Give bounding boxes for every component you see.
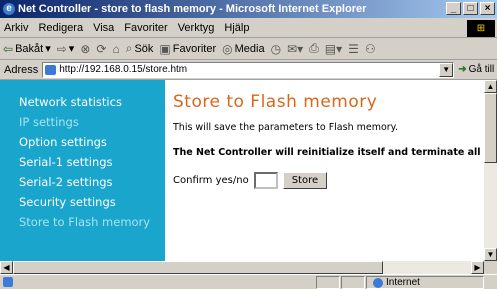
window-titlebar: e Net Controller - store to flash memory… (0, 0, 497, 18)
go-arrow-icon: ➜ (458, 64, 467, 75)
menu-favoriter[interactable]: Favoriter (124, 22, 167, 34)
home-icon: ⌂ (112, 41, 120, 56)
address-bar: Adress http://192.168.0.15/store.htm ▼ ➜… (0, 60, 497, 80)
chevron-down-icon: ▾ (68, 43, 75, 55)
confirm-label: Confirm yes/no (173, 175, 249, 186)
sidebar-item-store-to-flash[interactable]: Store to Flash memory (19, 212, 165, 232)
minimize-button[interactable]: _ (446, 2, 461, 15)
window-title: Net Controller - store to flash memory -… (18, 3, 367, 15)
favorites-label: Favoriter (172, 42, 217, 55)
print-button[interactable]: ⎙ (309, 41, 319, 56)
confirm-form: Confirm yes/no Store (173, 172, 484, 189)
go-button[interactable]: ➜ Gå till (458, 64, 494, 75)
vertical-scroll-thumb[interactable] (484, 93, 497, 163)
page-title: Store to Flash memory (173, 92, 378, 112)
status-cell (316, 276, 340, 289)
refresh-icon: ⟳ (96, 41, 107, 56)
address-dropdown-button[interactable]: ▼ (439, 62, 454, 77)
mail-icon: ✉▾ (287, 41, 304, 56)
mail-button[interactable]: ✉▾ (287, 42, 303, 56)
history-icon: ◷ (270, 41, 282, 56)
refresh-button[interactable]: ⟳ (96, 42, 106, 56)
close-button[interactable]: × (480, 2, 495, 15)
warning-text: The Net Controller will reinitialize its… (173, 147, 497, 158)
scroll-down-button[interactable]: ▼ (484, 248, 497, 261)
vertical-scrollbar[interactable]: ▲ ▼ (484, 80, 497, 261)
discuss-icon: ☰ (348, 41, 359, 56)
sidebar-item-option-settings[interactable]: Option settings (19, 132, 165, 152)
back-label: Bakåt (15, 42, 44, 55)
address-label: Adress (4, 63, 39, 76)
media-label: Media (234, 42, 265, 55)
edit-icon: ▤▾ (324, 41, 343, 56)
zone-label: Internet (386, 277, 420, 288)
windows-logo-icon: ⊞ (467, 20, 495, 37)
messenger-icon: ⚇ (364, 41, 376, 56)
toolbar: ⇦ Bakåt ▾ ⇨ ▾ ⊗ ⟳ ⌂ ⌕ Sök ▣ Favoriter ◎ … (0, 38, 497, 60)
favorites-button[interactable]: ▣ Favoriter (159, 42, 216, 56)
description-text: This will save the parameters to Flash m… (173, 122, 398, 133)
sidebar-item-serial-1-settings[interactable]: Serial-1 settings (19, 152, 165, 172)
store-button[interactable]: Store (282, 172, 328, 189)
horizontal-scroll-thumb[interactable] (13, 261, 383, 274)
print-icon: ⎙ (309, 41, 319, 55)
edit-button[interactable]: ▤▾ (325, 42, 342, 56)
security-zone: Internet (366, 276, 484, 289)
menu-arkiv[interactable]: Arkiv (4, 22, 28, 34)
sidebar-item-ip-settings[interactable]: IP settings (19, 112, 165, 132)
media-icon: ◎ (222, 41, 233, 56)
favorites-icon: ▣ (159, 41, 171, 56)
chevron-down-icon: ▾ (45, 43, 51, 55)
search-button[interactable]: ⌕ Sök (126, 41, 154, 56)
menu-redigera[interactable]: Redigera (38, 22, 83, 34)
stop-button[interactable]: ⊗ (80, 42, 90, 56)
address-input[interactable]: http://192.168.0.15/store.htm ▼ (42, 61, 455, 78)
ie-logo-icon: e (3, 3, 15, 15)
go-label: Gå till (468, 64, 495, 75)
scroll-up-button[interactable]: ▲ (484, 80, 497, 93)
search-icon: ⌕ (125, 41, 133, 55)
page-icon (45, 64, 57, 75)
menu-hjalp[interactable]: Hjälp (224, 22, 249, 34)
sidebar-item-serial-2-settings[interactable]: Serial-2 settings (19, 172, 165, 192)
stop-icon: ⊗ (80, 41, 91, 56)
home-button[interactable]: ⌂ (112, 42, 119, 56)
back-arrow-icon: ⇦ (3, 41, 14, 56)
main-content: Store to Flash memory This will save the… (165, 80, 497, 261)
scrollbar-corner (484, 261, 497, 274)
scroll-right-button[interactable]: ▶ (471, 261, 484, 274)
status-page-icon (3, 277, 13, 287)
forward-arrow-icon: ⇨ (56, 41, 67, 56)
sidebar-item-security-settings[interactable]: Security settings (19, 192, 165, 212)
menu-visa[interactable]: Visa (93, 22, 114, 34)
history-button[interactable]: ◷ (271, 42, 281, 56)
sidebar: Network statistics IP settings Option se… (0, 80, 165, 261)
back-button[interactable]: ⇦ Bakåt ▾ (3, 42, 51, 56)
globe-icon (373, 277, 383, 288)
discuss-button[interactable]: ☰ (348, 42, 359, 56)
address-url: http://192.168.0.15/store.htm (59, 64, 188, 75)
status-cell (341, 276, 365, 289)
search-label: Sök (134, 42, 154, 55)
scroll-left-button[interactable]: ◀ (0, 261, 13, 274)
confirm-input[interactable] (253, 172, 278, 189)
sidebar-item-network-statistics[interactable]: Network statistics (19, 92, 165, 112)
media-button[interactable]: ◎ Media (222, 42, 264, 56)
menu-bar: Arkiv Redigera Visa Favoriter Verktyg Hj… (0, 18, 497, 38)
forward-button[interactable]: ⇨ ▾ (57, 42, 75, 56)
messenger-button[interactable]: ⚇ (365, 42, 376, 56)
maximize-button[interactable]: □ (463, 2, 478, 15)
menu-verktyg[interactable]: Verktyg (178, 22, 215, 34)
page-viewport: Network statistics IP settings Option se… (0, 80, 497, 261)
status-bar: Internet (0, 274, 497, 289)
horizontal-scrollbar[interactable]: ◀ ▶ (0, 261, 484, 274)
